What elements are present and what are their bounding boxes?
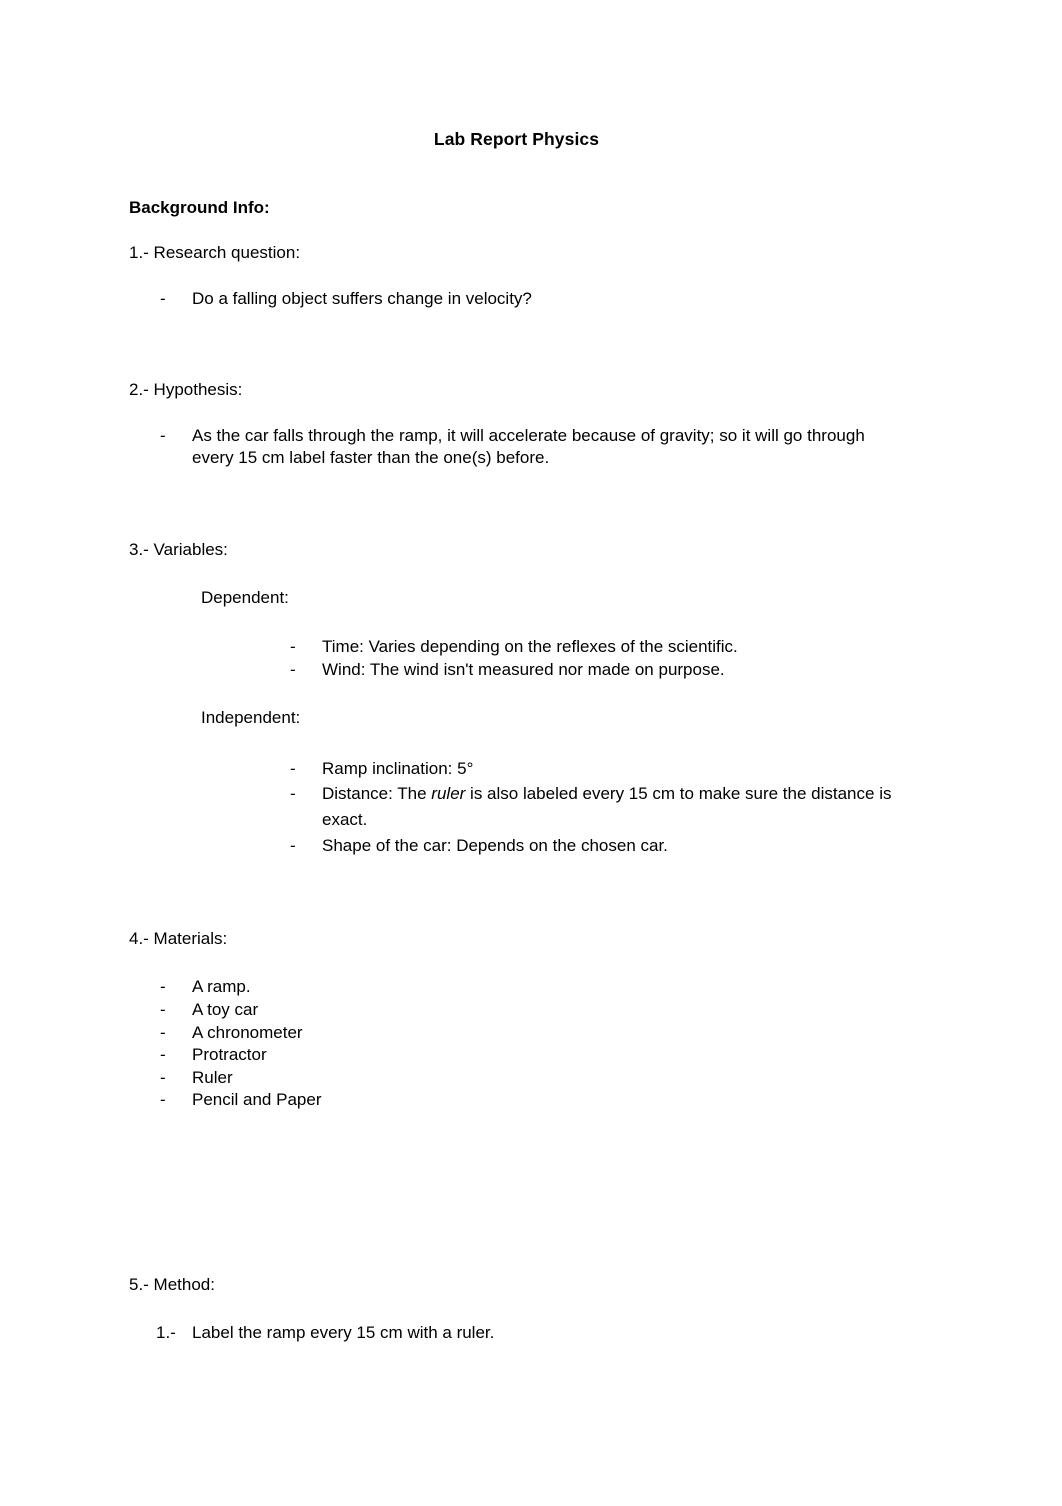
list-item-text: Ramp inclination: 5° [322, 758, 474, 778]
variables-dependent-label: Dependent: [201, 588, 289, 608]
dash-bullet-icon: - [290, 758, 296, 778]
list-item-text: Do a falling object suffers change in ve… [192, 288, 532, 308]
materials-list: - A ramp. - A toy car - A chronometer - Prot… [129, 976, 904, 1112]
document-body: Lab Report Physics Background Info: 1.- … [129, 0, 904, 1345]
list-item-text: Pencil and Paper [192, 1090, 322, 1110]
section-method-label: 5.- Method: [129, 1274, 215, 1294]
list-item-text-pre: Distance: The [322, 784, 432, 804]
list-item: - Distance: The ruler is also labeled eve… [129, 781, 904, 833]
dash-bullet-icon: - [290, 836, 296, 856]
list-item-text: Shape of the car: Depends on the chosen … [322, 836, 668, 856]
page-title: Lab Report Physics [433, 129, 600, 149]
list-item-text: A ramp. [192, 977, 251, 997]
section-materials-label: 4.- Materials: [129, 928, 228, 948]
list-item: - Ramp inclination: 5° [129, 756, 904, 782]
list-item: - As the car falls through the ramp, it w… [129, 425, 904, 470]
list-item: - Time: Varies depending on the reflexes … [129, 636, 904, 659]
dependent-variables-list: - Time: Varies depending on the reflexes … [129, 636, 904, 681]
dash-bullet-icon: - [160, 1045, 166, 1065]
dash-bullet-icon: - [290, 659, 296, 679]
dash-bullet-icon: - [290, 784, 296, 804]
list-item-text: Ruler [192, 1067, 233, 1087]
dash-bullet-icon: - [160, 425, 166, 445]
research-question-list: - Do a falling object suffers change in v… [129, 288, 904, 311]
list-item: - Protractor [129, 1044, 904, 1067]
list-item-text: Protractor [192, 1045, 267, 1065]
list-item-text: Wind: The wind isn't measured nor made o… [322, 659, 725, 679]
dash-bullet-icon: - [160, 1022, 166, 1042]
list-item: - A ramp. [129, 976, 904, 999]
dash-bullet-icon: - [290, 636, 296, 656]
method-step-text: Label the ramp every 15 cm with a ruler. [192, 1323, 495, 1343]
independent-variables-list: - Ramp inclination: 5° - Distance: The rul… [129, 756, 904, 859]
dash-bullet-icon: - [160, 977, 166, 997]
list-item-text: A toy car [192, 999, 259, 1019]
list-item-text: A chronometer [192, 1022, 303, 1042]
section-research-question-label: 1.- Research question: [129, 243, 301, 263]
background-info-heading: Background Info: [129, 197, 270, 217]
list-item: - Ruler [129, 1067, 904, 1090]
document-page: Lab Report Physics Background Info: 1.- … [0, 0, 1062, 1506]
dash-bullet-icon: - [160, 1067, 166, 1087]
dash-bullet-icon: - [160, 999, 166, 1019]
emphasized-term: ruler [431, 784, 466, 804]
hypothesis-list: - As the car falls through the ramp, it w… [129, 425, 904, 470]
section-variables-label: 3.- Variables: [129, 540, 228, 560]
list-item: - A toy car [129, 999, 904, 1022]
list-item: - Shape of the car: Depends on the chosen… [129, 833, 904, 859]
section-hypothesis-label: 2.- Hypothesis: [129, 380, 243, 400]
method-step: 1.- Label the ramp every 15 cm with a rul… [129, 1322, 904, 1344]
dash-bullet-icon: - [160, 1090, 166, 1110]
dash-bullet-icon: - [160, 288, 166, 308]
variables-independent-label: Independent: [201, 708, 301, 728]
list-item: - Pencil and Paper [129, 1089, 904, 1112]
method-step-number: 1.- [156, 1323, 176, 1343]
list-item-text: Time: Varies depending on the reflexes o… [322, 636, 738, 656]
list-item-text: As the car falls through the ramp, it wi… [192, 425, 865, 468]
list-item: - Wind: The wind isn't measured nor made … [129, 659, 904, 682]
list-item: - Do a falling object suffers change in v… [129, 288, 904, 311]
list-item: - A chronometer [129, 1022, 904, 1045]
